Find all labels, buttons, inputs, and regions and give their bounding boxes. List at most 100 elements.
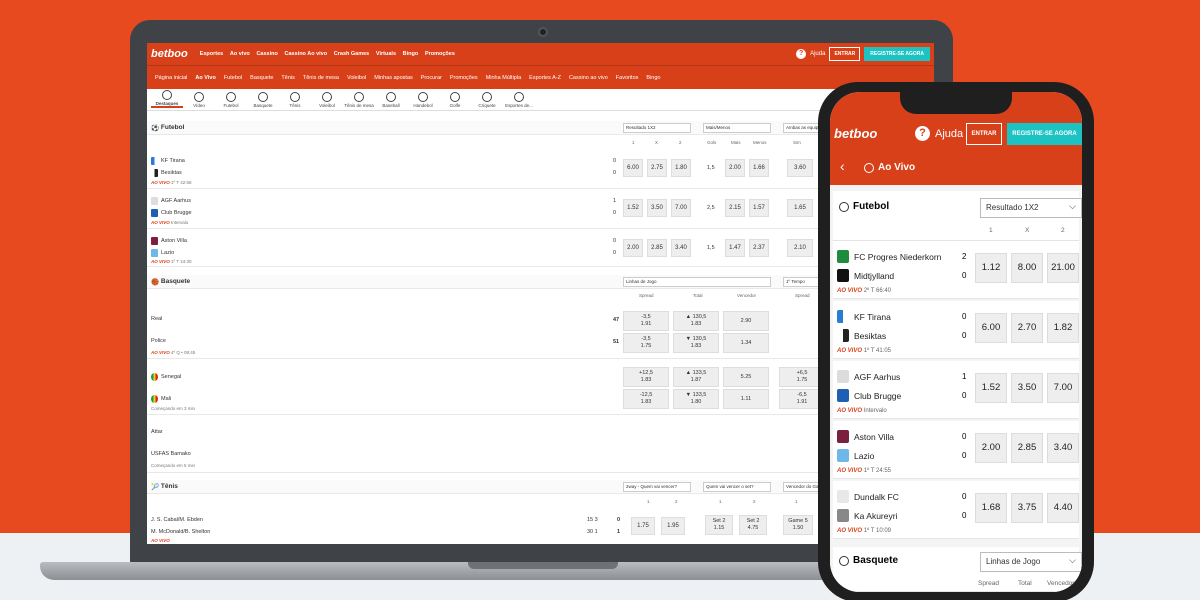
odd-button-x[interactable]: 3.50 [647, 199, 667, 217]
spread-away-button[interactable]: -3,5 1.75 [623, 333, 669, 353]
basketball-match-row[interactable]: Real Police AO VIVO 4º Q • 09:45 47 51 -… [147, 301, 827, 359]
winner-away-button[interactable]: 1.11 [723, 389, 769, 409]
sport-tab-tenis-de-mesa[interactable]: Tênis de mesa [343, 92, 375, 108]
market-select-set-winner[interactable]: Quem vai vencer o set? [703, 482, 771, 492]
odd-button-over[interactable]: 1.47 [725, 239, 745, 257]
football-match-row[interactable]: KF Tirana Besiktas AO VIVO 1º T 42:58 0 … [147, 149, 827, 189]
odd-button-2[interactable]: 3.40 [1047, 433, 1079, 463]
odd-button-x[interactable]: 2.75 [647, 159, 667, 177]
register-button[interactable]: REGISTRE-SE AGORA [1007, 123, 1082, 145]
odd-button-2[interactable]: 21.00 [1047, 253, 1079, 283]
topnav-cassino[interactable]: Cassino [256, 51, 277, 57]
total-under-button[interactable]: ▼ 130,5 1.83 [673, 333, 719, 353]
help-icon[interactable]: ? [915, 126, 930, 141]
spread-away-button[interactable]: -12,5 1.83 [623, 389, 669, 409]
odd-button-yes[interactable]: 2.10 [787, 239, 813, 257]
mobile-match-row[interactable]: Aston Villa Lazio 0 0 AO VIVO 1º T 24:55… [833, 421, 1079, 479]
subnav-procurar[interactable]: Procurar [421, 75, 442, 81]
odd-button-x[interactable]: 8.00 [1011, 253, 1043, 283]
odd-button-x[interactable]: 3.50 [1011, 373, 1043, 403]
sport-tab-tenis[interactable]: Tênis [279, 92, 311, 108]
subnav-futebol[interactable]: Futebol [224, 75, 242, 81]
football-match-row[interactable]: Aston Villa Lazio AO VIVO 1º T 24:30 0 0… [147, 229, 827, 267]
odd-button-under[interactable]: 2.37 [749, 239, 769, 257]
subnav-home[interactable]: Página inicial [155, 75, 187, 81]
subnav-cassino-ao-vivo[interactable]: Cassino ao vivo [569, 75, 608, 81]
topnav-bingo[interactable]: Bingo [403, 51, 419, 57]
topnav-cassino-ao-vivo[interactable]: Cassino Ao vivo [285, 51, 328, 57]
mobile-match-row[interactable]: FC Progres Niederkorn Midtjylland 2 0 AO… [833, 241, 1079, 299]
odd-button-1[interactable]: 6.00 [975, 313, 1007, 343]
help-link[interactable]: Ajuda [935, 128, 963, 140]
winner-home-button[interactable]: 2.90 [723, 311, 769, 331]
set-winner-button-2[interactable]: Set 2 4.75 [739, 515, 767, 535]
game-winner-button[interactable]: Game 5 1.50 [783, 515, 813, 535]
odd-button-x[interactable]: 2.85 [1011, 433, 1043, 463]
subnav-bingo[interactable]: Bingo [646, 75, 660, 81]
sport-tab-voleibol[interactable]: Voleibol [311, 92, 343, 108]
market-select-lines[interactable]: Linhas de Jogo [980, 552, 1082, 572]
sport-tab-futebol[interactable]: Futebol [215, 92, 247, 108]
sport-tab-video[interactable]: Vídeo [183, 92, 215, 108]
tennis-match-row[interactable]: J. S. Cabal/M. Ebden M. McDonald/B. Shel… [147, 509, 827, 544]
odd-button-2[interactable]: 1.95 [661, 517, 685, 535]
total-over-button[interactable]: ▲ 133,5 1.87 [673, 367, 719, 387]
total-over-button[interactable]: ▲ 130,5 1.83 [673, 311, 719, 331]
sport-tab-esportes[interactable]: Esportes de... [503, 92, 535, 108]
mobile-match-row[interactable]: KF Tirana Besiktas 0 0 AO VIVO 1º T 41:0… [833, 301, 1079, 359]
subnav-tenis[interactable]: Tênis [281, 75, 294, 81]
odd-button-over[interactable]: 2.15 [725, 199, 745, 217]
subnav-tenis-de-mesa[interactable]: Tênis de mesa [303, 75, 339, 81]
odd-button-under[interactable]: 1.57 [749, 199, 769, 217]
topnav-esportes[interactable]: Esportes [200, 51, 224, 57]
topnav-crash-games[interactable]: Crash Games [334, 51, 369, 57]
odd-button-1[interactable]: 1.52 [975, 373, 1007, 403]
subnav-ao-vivo[interactable]: Ao Vivo [195, 75, 215, 81]
odd-button-2[interactable]: 7.00 [1047, 373, 1079, 403]
sport-tab-baseball[interactable]: Baseball [375, 92, 407, 108]
subnav-basquete[interactable]: Basquete [250, 75, 273, 81]
basketball-match-row[interactable]: Senegal Mali Começando em 3 min +12,5 1.8… [147, 359, 827, 415]
sport-tab-basquete[interactable]: Basquete [247, 92, 279, 108]
total-under-button[interactable]: ▼ 133,5 1.80 [673, 389, 719, 409]
odd-button-x[interactable]: 3.75 [1011, 493, 1043, 523]
mobile-logo[interactable]: betboo [834, 126, 877, 141]
mobile-match-row[interactable]: AGF Aarhus Club Brugge 1 0 AO VIVO Inter… [833, 361, 1079, 419]
topnav-virtuals[interactable]: Virtuals [376, 51, 396, 57]
login-button[interactable]: ENTRAR [966, 123, 1002, 145]
odd-button-yes[interactable]: 3.60 [787, 159, 813, 177]
odd-button-yes[interactable]: 1.65 [787, 199, 813, 217]
subnav-favoritos[interactable]: Favoritos [616, 75, 639, 81]
odd-button-x[interactable]: 2.70 [1011, 313, 1043, 343]
winner-home-button[interactable]: 5.25 [723, 367, 769, 387]
subnav-voleibol[interactable]: Voleibol [347, 75, 366, 81]
odd-button-x[interactable]: 2.85 [647, 239, 667, 257]
login-button[interactable]: ENTRAR [829, 47, 861, 61]
spread-home-button[interactable]: -3,5 1.91 [623, 311, 669, 331]
odd-button-2[interactable]: 1.82 [1047, 313, 1079, 343]
sport-tab-criquete[interactable]: Críquete [471, 92, 503, 108]
help-link[interactable]: Ajuda [810, 51, 825, 57]
odd-button-1[interactable]: 2.00 [975, 433, 1007, 463]
sport-tab-destaques[interactable]: Destaques [151, 90, 183, 108]
odd-button-1[interactable]: 6.00 [623, 159, 643, 177]
subnav-esportes-a-z[interactable]: Esportes A-Z [529, 75, 561, 81]
desktop-logo[interactable]: betboo [151, 48, 188, 60]
back-arrow-icon[interactable]: ‹ [840, 158, 845, 174]
football-match-row[interactable]: AGF Aarhus Club Brugge AO VIVO Intervalo… [147, 189, 827, 229]
register-button[interactable]: REGISTRE-SE AGORA [864, 47, 930, 61]
odd-button-2[interactable]: 1.80 [671, 159, 691, 177]
subnav-minha-multipla[interactable]: Minha Múltipla [486, 75, 521, 81]
odd-button-1[interactable]: 1.68 [975, 493, 1007, 523]
market-select-lines[interactable]: Linhas de Jogo [623, 277, 771, 287]
topnav-ao-vivo[interactable]: Ao vivo [230, 51, 250, 57]
market-select-1x2[interactable]: Resultado 1X2 [623, 123, 691, 133]
odd-button-2[interactable]: 7.00 [671, 199, 691, 217]
odd-button-over[interactable]: 2.00 [725, 159, 745, 177]
mobile-match-row[interactable]: Dundalk FC Ka Akureyri 0 0 AO VIVO 1º T … [833, 481, 1079, 539]
set-winner-button-1[interactable]: Set 2 1.15 [705, 515, 733, 535]
market-select-1x2[interactable]: Resultado 1X2 [980, 198, 1082, 218]
odd-button-1[interactable]: 1.52 [623, 199, 643, 217]
topnav-promocoes[interactable]: Promoções [425, 51, 455, 57]
odd-button-under[interactable]: 1.66 [749, 159, 769, 177]
